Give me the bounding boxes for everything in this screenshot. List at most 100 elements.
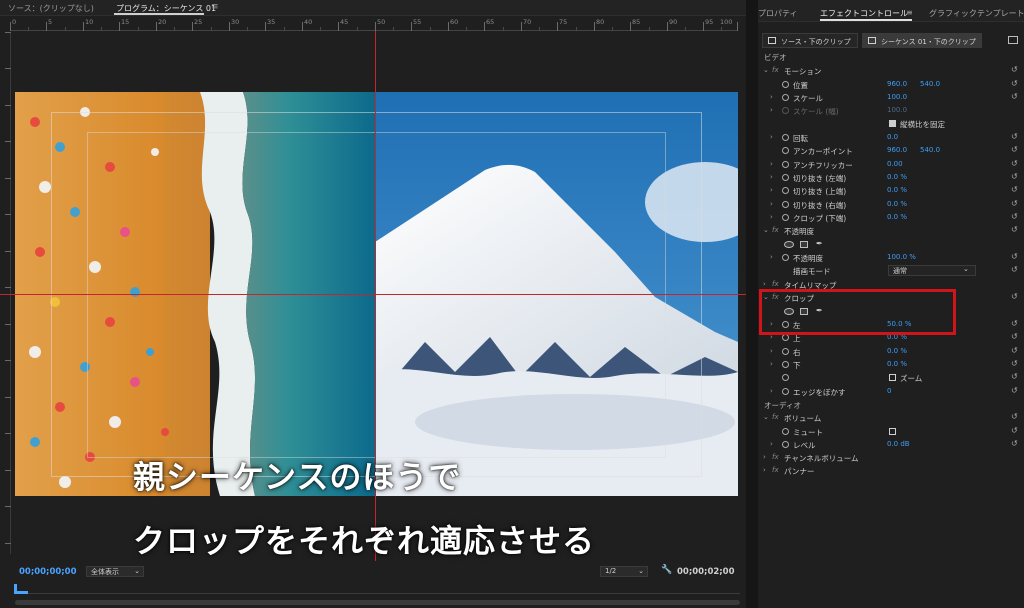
chevron-down-icon[interactable]: ⌄ <box>763 226 769 234</box>
source-clip-button[interactable]: ソース・下のクリップ <box>762 33 858 48</box>
tab-effect-controls[interactable]: エフェクトコントロール <box>820 8 908 19</box>
reset-icon[interactable]: ↺ <box>1011 439 1018 448</box>
reset-icon[interactable]: ↺ <box>1011 265 1018 274</box>
stopwatch-icon[interactable] <box>782 201 789 208</box>
crop-right-value[interactable]: 0.0 % <box>887 347 907 355</box>
chevron-down-icon[interactable]: ⌄ <box>763 66 769 74</box>
stopwatch-icon[interactable] <box>782 374 789 381</box>
scale-value[interactable]: 100.0 <box>887 93 907 101</box>
level-row[interactable]: › レベル 0.0 dB ↺ <box>758 439 1024 452</box>
chevron-right-icon[interactable]: › <box>763 280 766 288</box>
chevron-right-icon[interactable]: › <box>770 440 773 448</box>
reset-icon[interactable]: ↺ <box>1011 172 1018 181</box>
sequence-clip-button[interactable]: シーケンス 01・下のクリップ <box>862 33 982 48</box>
reset-icon[interactable]: ↺ <box>1011 412 1018 421</box>
position-y-value[interactable]: 540.0 <box>920 80 940 88</box>
crop-left-motion-row[interactable]: › 切り抜き (左端) 0.0 % ↺ <box>758 172 1024 185</box>
opacity-value[interactable]: 100.0 % <box>887 253 916 261</box>
reset-icon[interactable]: ↺ <box>1011 426 1018 435</box>
mute-row[interactable]: ミュート ↺ <box>758 426 1024 439</box>
pen-mask-icon[interactable]: ✒ <box>816 239 823 248</box>
horizontal-guide-line[interactable] <box>0 294 746 295</box>
panel-menu-icon[interactable]: ≡ <box>906 8 913 17</box>
chevron-right-icon[interactable]: › <box>770 93 773 101</box>
ellipse-mask-icon[interactable] <box>784 241 794 248</box>
stopwatch-icon[interactable] <box>782 441 789 448</box>
stopwatch-icon[interactable] <box>782 214 789 221</box>
anchor-y-value[interactable]: 540.0 <box>920 146 940 154</box>
reset-icon[interactable]: ↺ <box>1011 185 1018 194</box>
crop-bottom-motion-row[interactable]: › クロップ (下端) 0.0 % ↺ <box>758 212 1024 225</box>
stopwatch-icon[interactable] <box>782 388 789 395</box>
crop-right-motion-row[interactable]: › 切り抜き (右端) 0.0 % ↺ <box>758 199 1024 212</box>
tab-graphic-templates[interactable]: グラフィックテンプレート <box>929 8 1024 19</box>
reset-icon[interactable]: ↺ <box>1011 132 1018 141</box>
stopwatch-icon[interactable] <box>782 134 789 141</box>
reset-icon[interactable]: ↺ <box>1011 292 1018 301</box>
crop-right-row[interactable]: › 右 0.0 % ↺ <box>758 346 1024 359</box>
reset-icon[interactable]: ↺ <box>1011 372 1018 381</box>
chevron-right-icon[interactable]: › <box>770 173 773 181</box>
reset-icon[interactable]: ↺ <box>1011 225 1018 234</box>
tab-source-monitor[interactable]: ソース：(クリップなし) <box>8 3 94 14</box>
reset-icon[interactable]: ↺ <box>1011 199 1018 208</box>
reset-icon[interactable]: ↺ <box>1011 212 1018 221</box>
stopwatch-icon[interactable] <box>782 254 789 261</box>
reset-icon[interactable]: ↺ <box>1011 252 1018 261</box>
chevron-right-icon[interactable]: › <box>770 200 773 208</box>
panel-divider[interactable] <box>746 0 758 608</box>
tab-properties[interactable]: プロパティ <box>758 8 798 19</box>
mute-checkbox[interactable] <box>889 428 896 435</box>
crop-left-motion-value[interactable]: 0.0 % <box>887 173 907 181</box>
reset-icon[interactable]: ↺ <box>1011 159 1018 168</box>
opacity-row[interactable]: › 不透明度 100.0 % ↺ <box>758 252 1024 265</box>
time-ruler[interactable] <box>15 584 740 594</box>
channel-volume-row[interactable]: › fx チャンネルボリューム <box>758 452 1024 465</box>
chevron-right-icon[interactable]: › <box>770 253 773 261</box>
playhead-timecode[interactable]: 00;00;00;00 <box>19 567 77 577</box>
reset-icon[interactable]: ↺ <box>1011 92 1018 101</box>
uniform-scale-checkbox[interactable] <box>889 120 896 127</box>
rectangle-mask-icon[interactable] <box>800 241 808 248</box>
position-x-value[interactable]: 960.0 <box>887 80 907 88</box>
chevron-right-icon[interactable]: › <box>770 133 773 141</box>
layout-toggle-icon[interactable] <box>1008 36 1018 44</box>
chevron-right-icon[interactable]: › <box>763 466 766 474</box>
panner-row[interactable]: › fx パンナー <box>758 465 1024 478</box>
zoom-scrollbar[interactable] <box>15 600 740 605</box>
level-value[interactable]: 0.0 dB <box>887 440 910 448</box>
reset-icon[interactable]: ↺ <box>1011 346 1018 355</box>
edge-feather-value[interactable]: 0 <box>887 387 891 395</box>
blend-mode-row[interactable]: 描画モード 通常 ⌄ ↺ <box>758 265 1024 278</box>
crop-bottom-row[interactable]: › 下 0.0 % ↺ <box>758 359 1024 372</box>
stopwatch-icon[interactable] <box>782 334 789 341</box>
crop-bottom-motion-value[interactable]: 0.0 % <box>887 213 907 221</box>
stopwatch-icon[interactable] <box>782 348 789 355</box>
opacity-effect-row[interactable]: ⌄ fx 不透明度 ↺ <box>758 225 1024 238</box>
stopwatch-icon[interactable] <box>782 174 789 181</box>
chevron-right-icon[interactable]: › <box>770 347 773 355</box>
chevron-down-icon[interactable]: ⌄ <box>963 265 969 273</box>
reset-icon[interactable]: ↺ <box>1011 145 1018 154</box>
resolution-dropdown[interactable]: 1/2 ⌄ <box>600 566 648 577</box>
stopwatch-icon[interactable] <box>782 428 789 435</box>
anchor-x-value[interactable]: 960.0 <box>887 146 907 154</box>
reset-icon[interactable]: ↺ <box>1011 386 1018 395</box>
stopwatch-icon[interactable] <box>782 147 789 154</box>
crop-right-motion-value[interactable]: 0.0 % <box>887 200 907 208</box>
stopwatch-icon[interactable] <box>782 361 789 368</box>
scale-row[interactable]: › スケール 100.0 ↺ <box>758 92 1024 105</box>
reset-icon[interactable]: ↺ <box>1011 319 1018 328</box>
panel-menu-icon[interactable]: ≡ <box>211 2 219 12</box>
chevron-right-icon[interactable]: › <box>770 213 773 221</box>
crop-bottom-value[interactable]: 0.0 % <box>887 360 907 368</box>
stopwatch-icon[interactable] <box>782 94 789 101</box>
chevron-right-icon[interactable]: › <box>770 160 773 168</box>
antiflicker-value[interactable]: 0.00 <box>887 160 903 168</box>
crop-top-motion-value[interactable]: 0.0 % <box>887 186 907 194</box>
stopwatch-icon[interactable] <box>782 81 789 88</box>
antiflicker-row[interactable]: › アンチフリッカー 0.00 ↺ <box>758 159 1024 172</box>
stopwatch-icon[interactable] <box>782 161 789 168</box>
rotation-value[interactable]: 0.0 <box>887 133 898 141</box>
zoom-checkbox[interactable] <box>889 374 896 381</box>
